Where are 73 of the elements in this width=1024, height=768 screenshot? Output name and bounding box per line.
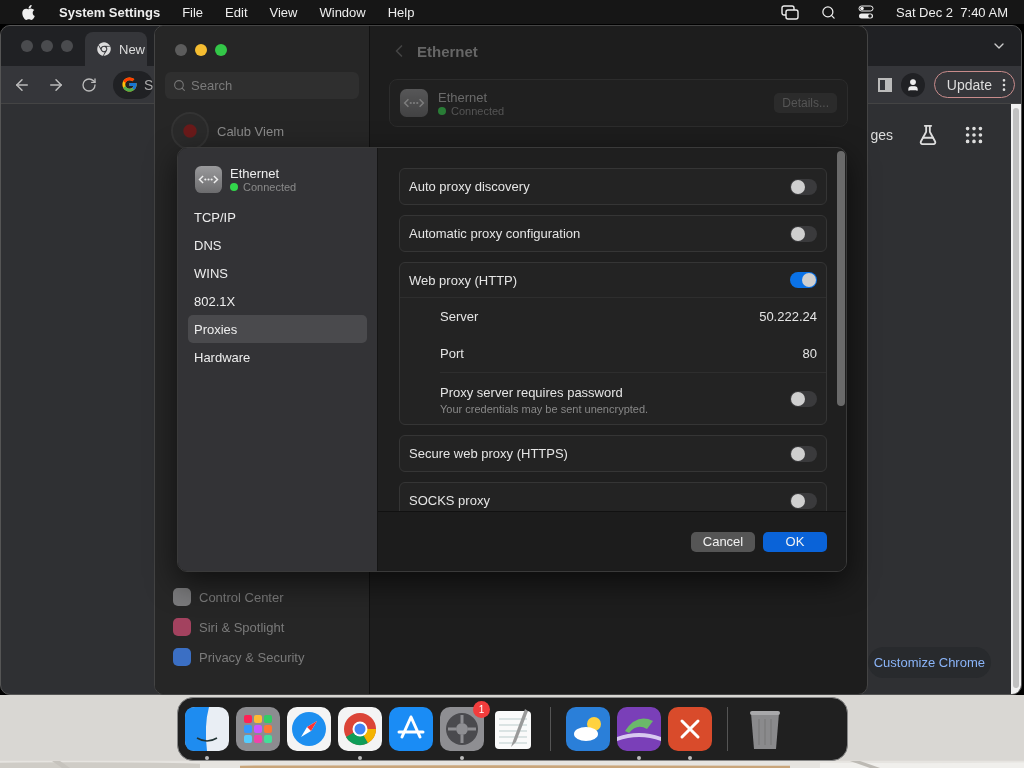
app-grid-icon[interactable]	[236, 707, 280, 751]
flask-icon[interactable]	[917, 124, 939, 146]
toggle-switch[interactable]	[790, 445, 817, 462]
profile-icon[interactable]	[900, 72, 925, 97]
proxy-label: Web proxy (HTTP)	[409, 272, 518, 288]
menu-item[interactable]: Window	[319, 4, 366, 20]
two-tone-app-icon[interactable]	[185, 707, 229, 751]
browser-logo-icon[interactable]	[338, 707, 382, 751]
toggle-switch[interactable]	[790, 390, 817, 407]
proxy-label: SOCKS proxy	[409, 493, 490, 508]
remote-desktop-icon[interactable]	[668, 707, 712, 751]
menu-item[interactable]: Edit	[225, 4, 248, 20]
compass-icon[interactable]	[287, 707, 331, 751]
scrollbar[interactable]	[1011, 104, 1021, 694]
control-center-icon[interactable]	[858, 4, 874, 20]
menu-item[interactable]: View	[269, 4, 298, 20]
apple-logo-icon[interactable]	[20, 3, 37, 21]
side-panel-icon[interactable]	[877, 77, 892, 92]
account-name[interactable]: Calub Viem	[217, 123, 284, 139]
ethernet-icon	[195, 166, 222, 193]
status-dot	[230, 183, 238, 191]
nav-item[interactable]: DNS	[188, 231, 367, 259]
minimize-button[interactable]	[195, 44, 207, 56]
shortcut-label[interactable]: ges	[870, 127, 893, 143]
search-icon[interactable]	[821, 4, 836, 20]
nav-item[interactable]: TCP/IP	[188, 203, 367, 231]
device-name: Ethernet	[438, 89, 489, 105]
menu-item[interactable]: Help	[387, 4, 415, 20]
gear-icon[interactable]	[440, 707, 484, 751]
google-logo-icon	[121, 76, 138, 93]
zoom-button[interactable]	[215, 44, 227, 56]
device-name: Ethernet	[230, 166, 281, 181]
menu-item[interactable]: File	[182, 4, 204, 20]
nav-item[interactable]: 802.1X	[188, 287, 367, 315]
toggle-switch[interactable]	[790, 272, 817, 288]
toggle-switch[interactable]	[790, 492, 817, 509]
screen-mirroring-icon[interactable]	[781, 4, 799, 20]
toggle-switch[interactable]	[790, 178, 817, 195]
browser-tab[interactable]: New	[85, 32, 147, 66]
field-label: Server	[440, 309, 479, 324]
field-value[interactable]: 80	[802, 346, 817, 361]
field-label: Proxy server requires password	[440, 384, 623, 400]
reload-icon[interactable]	[81, 76, 97, 93]
search-field[interactable]: Search	[165, 72, 359, 99]
apps-grid-icon[interactable]	[963, 124, 985, 146]
field-value[interactable]: 50.222.24	[759, 309, 817, 324]
nav-item[interactable]: WINS	[188, 259, 367, 287]
hand-app-icon[interactable]	[617, 707, 661, 751]
app-store-icon[interactable]	[389, 707, 433, 751]
address-bar[interactable]: S	[113, 70, 153, 99]
proxy-label: Automatic proxy configuration	[409, 226, 581, 241]
field-note: Your credentials may be sent unencrypted.	[440, 402, 649, 415]
sidebar-item[interactable]: Siri & Spotlight	[165, 612, 359, 642]
device-status: Connected	[243, 181, 297, 193]
notification-badge: 1	[473, 701, 490, 718]
menu-item[interactable]: System Settings	[59, 4, 161, 20]
nav-item[interactable]: Proxies	[188, 315, 367, 343]
proxy-label: Auto proxy discovery	[409, 179, 530, 194]
nav-item[interactable]: Hardware	[188, 343, 367, 371]
browser-logo-icon	[97, 42, 111, 56]
clock[interactable]: Sat Dec 2 7:40 AM	[896, 4, 1008, 20]
page-title: Ethernet	[417, 42, 478, 60]
toggle-switch[interactable]	[790, 225, 817, 242]
status-dot	[438, 106, 446, 115]
cancel-button[interactable]: Cancel	[691, 531, 755, 552]
ethernet-icon	[400, 89, 428, 117]
sidebar-item[interactable]: Privacy & Security	[165, 642, 359, 672]
search-icon	[173, 79, 186, 92]
field-label: Port	[440, 346, 464, 361]
ok-button[interactable]: OK	[763, 531, 827, 552]
customize-button[interactable]: Customize Chrome	[867, 647, 991, 678]
weather-icon[interactable]	[566, 707, 610, 751]
proxy-label: Secure web proxy (HTTPS)	[409, 446, 568, 461]
